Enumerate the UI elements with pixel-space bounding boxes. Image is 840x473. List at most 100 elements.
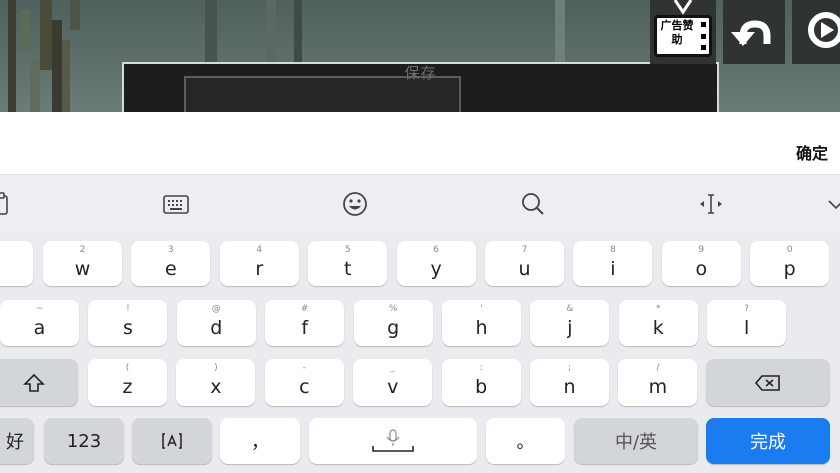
key-hint: 8 [610,245,616,255]
language-switch-key[interactable]: 中/英 [574,418,698,464]
clipboard-icon[interactable] [0,191,18,217]
key-label: y [430,258,442,280]
key-y[interactable]: 6y [396,241,476,286]
microphone-icon [372,429,414,452]
key-e[interactable]: 3e [131,241,211,286]
undo-button[interactable] [723,0,785,64]
cursor-move-icon[interactable] [697,191,725,217]
key-label: l [744,317,750,339]
key-x[interactable]: ) x [176,359,256,406]
game-viewport: 保存 广告赞助 [0,0,840,112]
key-i[interactable]: 8i [573,241,653,286]
key-q-partial[interactable] [0,241,33,286]
key-hint: ( [125,363,130,373]
key-d[interactable]: @ d [176,300,256,346]
key-h[interactable]: ' h [442,300,521,346]
key-f[interactable]: # f [265,300,345,346]
key-label: k [652,317,664,339]
pixel-pillar-decoration [266,0,276,62]
shift-key[interactable] [0,359,78,406]
key-w[interactable]: 2w [43,241,122,286]
input-mode-icon [162,433,182,449]
key-u[interactable]: 7u [485,241,564,286]
key-hint: / [656,363,660,373]
key-label: w [74,258,91,280]
key-hint: ' [480,304,483,314]
backspace-key[interactable] [706,359,830,406]
pixel-pillar-decoration [205,0,217,62]
ad-sponsor-button[interactable]: 广告赞助 [650,0,716,64]
key-label: v [387,376,399,398]
key-hint: % [388,304,398,314]
space-key[interactable] [309,418,477,464]
key-l[interactable]: ? l [707,300,787,346]
key-label: g [387,317,400,339]
confirm-button[interactable]: 确定 [796,140,828,164]
key-s[interactable]: ! s [88,300,168,346]
key-hint: _ [390,363,395,373]
key-a[interactable]: ~ a [0,300,79,346]
key-label: x [210,376,222,398]
search-icon[interactable] [519,191,547,217]
key-b[interactable]: :b [441,359,521,406]
pixel-plant-decoration [0,0,95,112]
key-label: h [475,317,488,339]
key-g[interactable]: % g [353,300,433,346]
input-mode-key[interactable] [132,418,212,464]
key-label: z [122,376,133,398]
key-r[interactable]: 4r [219,241,299,286]
key-o[interactable]: 9o [661,241,741,286]
tv-icon: 广告赞助 [654,15,712,57]
text-input-bar[interactable]: 确定 [0,112,840,175]
key-k[interactable]: * k [618,300,698,346]
key-label: t [343,258,352,280]
replay-icon [808,12,840,48]
key-label: e [165,258,177,280]
keyboard-layout-icon[interactable] [162,191,190,217]
key-n[interactable]: ; n [530,359,609,406]
done-key[interactable]: 完成 [706,418,830,464]
key-hint: 3 [168,245,174,255]
key-hint: @ [211,304,221,314]
key-z[interactable]: (z [88,359,167,406]
key-c[interactable]: -c [264,359,344,406]
save-dialog: 保存 [122,62,719,112]
key-label: u [518,258,531,280]
key-hint: - [302,363,306,373]
chevron-down-icon[interactable] [824,191,840,217]
key-hint: * [656,304,661,314]
key-hint: 6 [433,245,439,255]
emoji-icon[interactable] [341,191,369,217]
key-label: b [475,376,488,398]
key-partial-left[interactable]: 好 [0,418,34,464]
key-m[interactable]: / m [618,359,698,406]
key-hint: ) [214,363,218,373]
key-hint: 7 [521,245,528,255]
key-label: j [567,317,573,339]
key-v[interactable]: _ v [353,359,433,406]
key-hint: 4 [256,245,263,255]
key-label: n [563,376,576,398]
tv-antenna-icon [673,0,693,15]
key-hint: 2 [79,245,86,255]
key-label: o [695,258,708,280]
key-hint: ? [744,304,750,314]
replay-button[interactable] [792,0,840,64]
pixel-pillar-decoration [294,0,302,62]
key-j[interactable]: & j [530,300,610,346]
key-hint: 5 [344,245,351,255]
key-label: c [299,376,310,398]
key-t[interactable]: 5t [308,241,388,286]
key-label: i [610,258,616,280]
key-hint: ! [126,304,130,314]
comma-key[interactable]: ， [220,418,300,464]
keyboard-toolbar [0,175,840,233]
save-dialog-title: 保存 [404,64,437,82]
key-p[interactable]: 0p [750,241,830,286]
undo-icon [731,20,771,46]
numbers-key[interactable]: 123 [44,418,124,464]
period-key[interactable]: 。 [486,418,565,464]
pixel-pillar-decoration [555,0,565,62]
key-hint: : [479,363,483,373]
key-label: p [783,258,796,280]
